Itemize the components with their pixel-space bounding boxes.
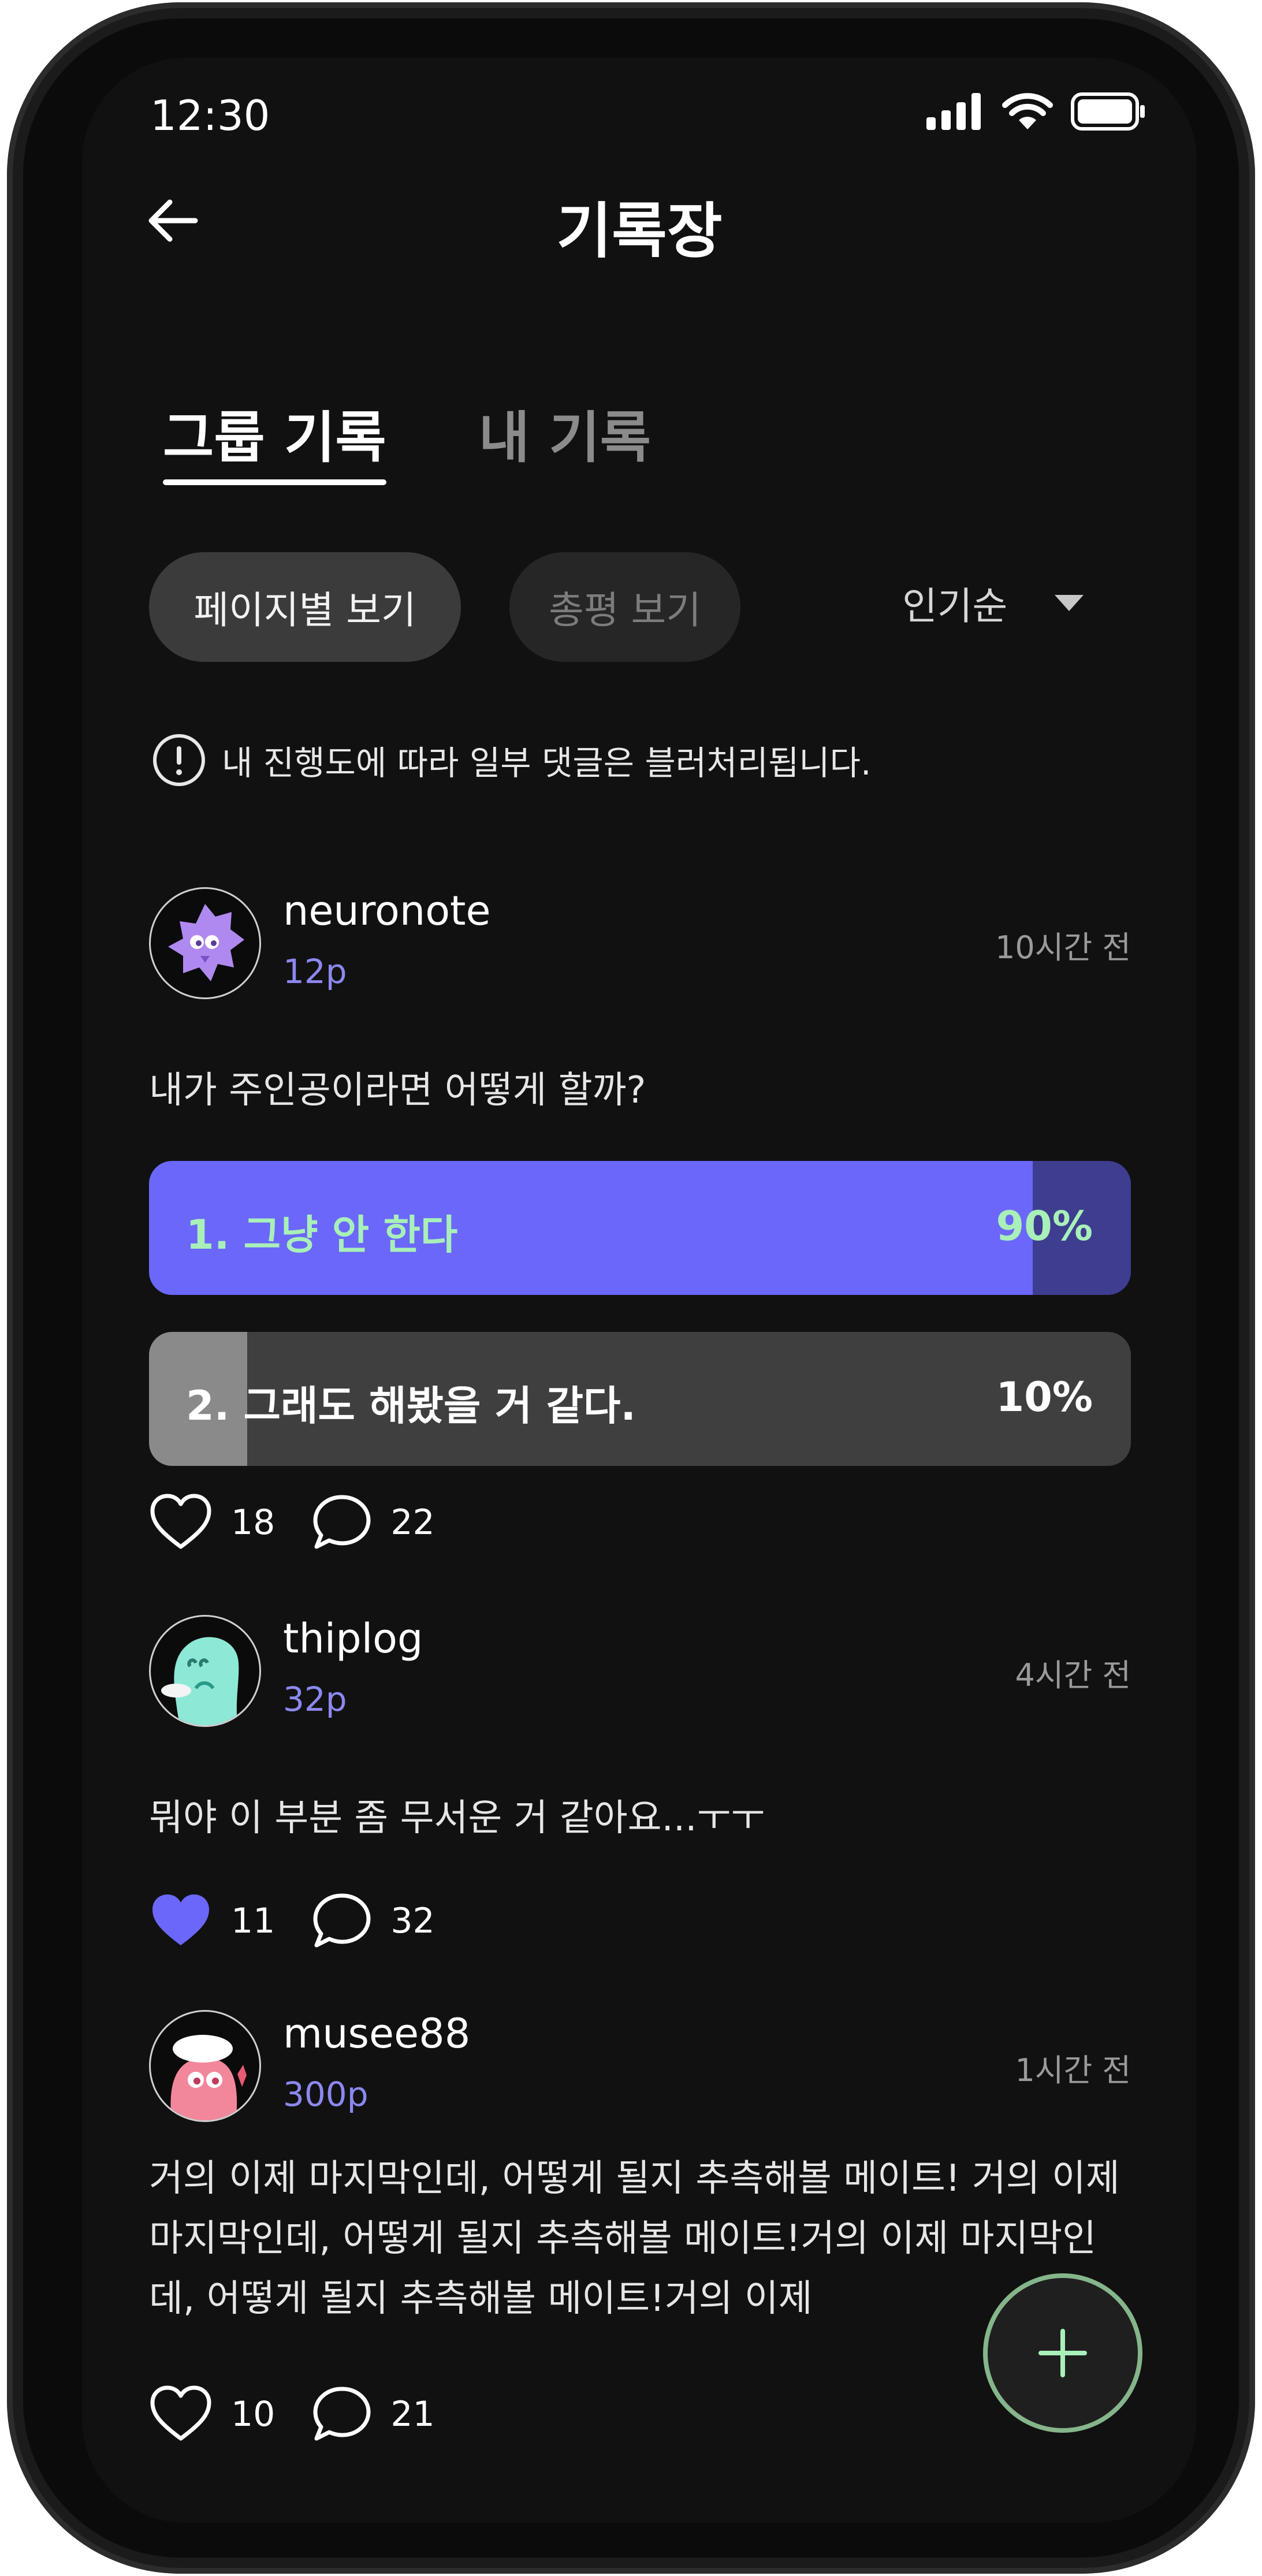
post-time: 10시간 전: [995, 929, 1131, 966]
wifi-icon: [1002, 93, 1053, 129]
plus-icon: [1038, 2329, 1087, 2377]
caret-down-icon: [1055, 595, 1084, 611]
post-time: 1시간 전: [1015, 2052, 1131, 2089]
info-alert-icon: [153, 734, 205, 786]
status-time: 12:30: [150, 91, 270, 140]
poll-option[interactable]: 2. 그래도 해봤을 거 같다. 10%: [149, 1332, 1131, 1466]
app-screen: 12:30 기록장 그룹 기록 내 기록 페이지별 보기 총평 보기 인기순 내…: [82, 58, 1197, 2523]
tab-bar: 그룹 기록 내 기록: [163, 393, 651, 485]
notice-text: 내 진행도에 따라 일부 댓글은 블러처리됩니다.: [222, 743, 872, 783]
battery-icon: [1071, 92, 1145, 131]
username[interactable]: neuronote: [283, 887, 491, 935]
tab-group-records[interactable]: 그룹 기록: [163, 393, 386, 485]
status-icons: [926, 92, 1146, 131]
user-points: 300p: [283, 2075, 368, 2114]
comment-count: 21: [390, 2394, 435, 2434]
comment-count: 22: [390, 1502, 435, 1543]
signal-icon: [926, 93, 981, 130]
poll-option-percent: 10%: [996, 1373, 1093, 1421]
like-count: 18: [231, 1502, 276, 1543]
heart-outline-icon[interactable]: [149, 2385, 213, 2443]
post-actions: 18 22: [149, 1494, 472, 1551]
like-count: 10: [231, 2394, 276, 2434]
heart-filled-icon[interactable]: [149, 1892, 213, 1950]
like-count: 11: [231, 1901, 276, 1941]
tab-my-records[interactable]: 내 기록: [479, 393, 651, 485]
user-points: 12p: [283, 952, 347, 991]
phone-frame: 12:30 기록장 그룹 기록 내 기록 페이지별 보기 총평 보기 인기순 내…: [7, 2, 1255, 2574]
heart-outline-icon[interactable]: [149, 1494, 213, 1551]
avatar[interactable]: [149, 887, 261, 999]
username[interactable]: musee88: [283, 2010, 470, 2057]
sort-dropdown[interactable]: 인기순: [902, 575, 1085, 631]
blur-notice: 내 진행도에 따라 일부 댓글은 블러처리됩니다.: [151, 732, 871, 788]
poll-option[interactable]: 1. 그냥 안 한다 90%: [149, 1161, 1131, 1295]
sort-label: 인기순: [902, 584, 1008, 628]
post-text: 뭐야 이 부분 좀 무서운 거 같아요...ㅜㅜ: [149, 1797, 765, 1840]
post-time: 4시간 전: [1015, 1657, 1131, 1693]
comment-icon[interactable]: [312, 2385, 372, 2443]
post-actions: 10 21: [149, 2385, 472, 2443]
post-actions: 11 32: [149, 1892, 472, 1950]
review-view-chip[interactable]: 총평 보기: [509, 552, 740, 662]
poll-option-label: 2. 그래도 해봤을 거 같다.: [186, 1382, 636, 1430]
poll-option-label: 1. 그냥 안 한다: [186, 1211, 458, 1259]
post-text: 내가 주인공이라면 어떻게 할까?: [149, 1069, 646, 1112]
user-points: 32p: [283, 1680, 347, 1719]
avatar[interactable]: [149, 2010, 261, 2122]
add-record-button[interactable]: [983, 2273, 1142, 2433]
comment-icon[interactable]: [312, 1892, 372, 1950]
username[interactable]: thiplog: [283, 1615, 423, 1662]
page-title: 기록장: [556, 196, 723, 266]
poll-option-percent: 90%: [996, 1203, 1093, 1250]
comment-icon[interactable]: [312, 1494, 372, 1551]
avatar[interactable]: [149, 1615, 261, 1727]
post-text: 거의 이제 마지막인데, 어떻게 될지 추측해볼 메이트! 거의 이제 마지막인…: [149, 2157, 1120, 2320]
comment-count: 32: [390, 1901, 435, 1941]
page-view-chip[interactable]: 페이지별 보기: [149, 552, 461, 662]
